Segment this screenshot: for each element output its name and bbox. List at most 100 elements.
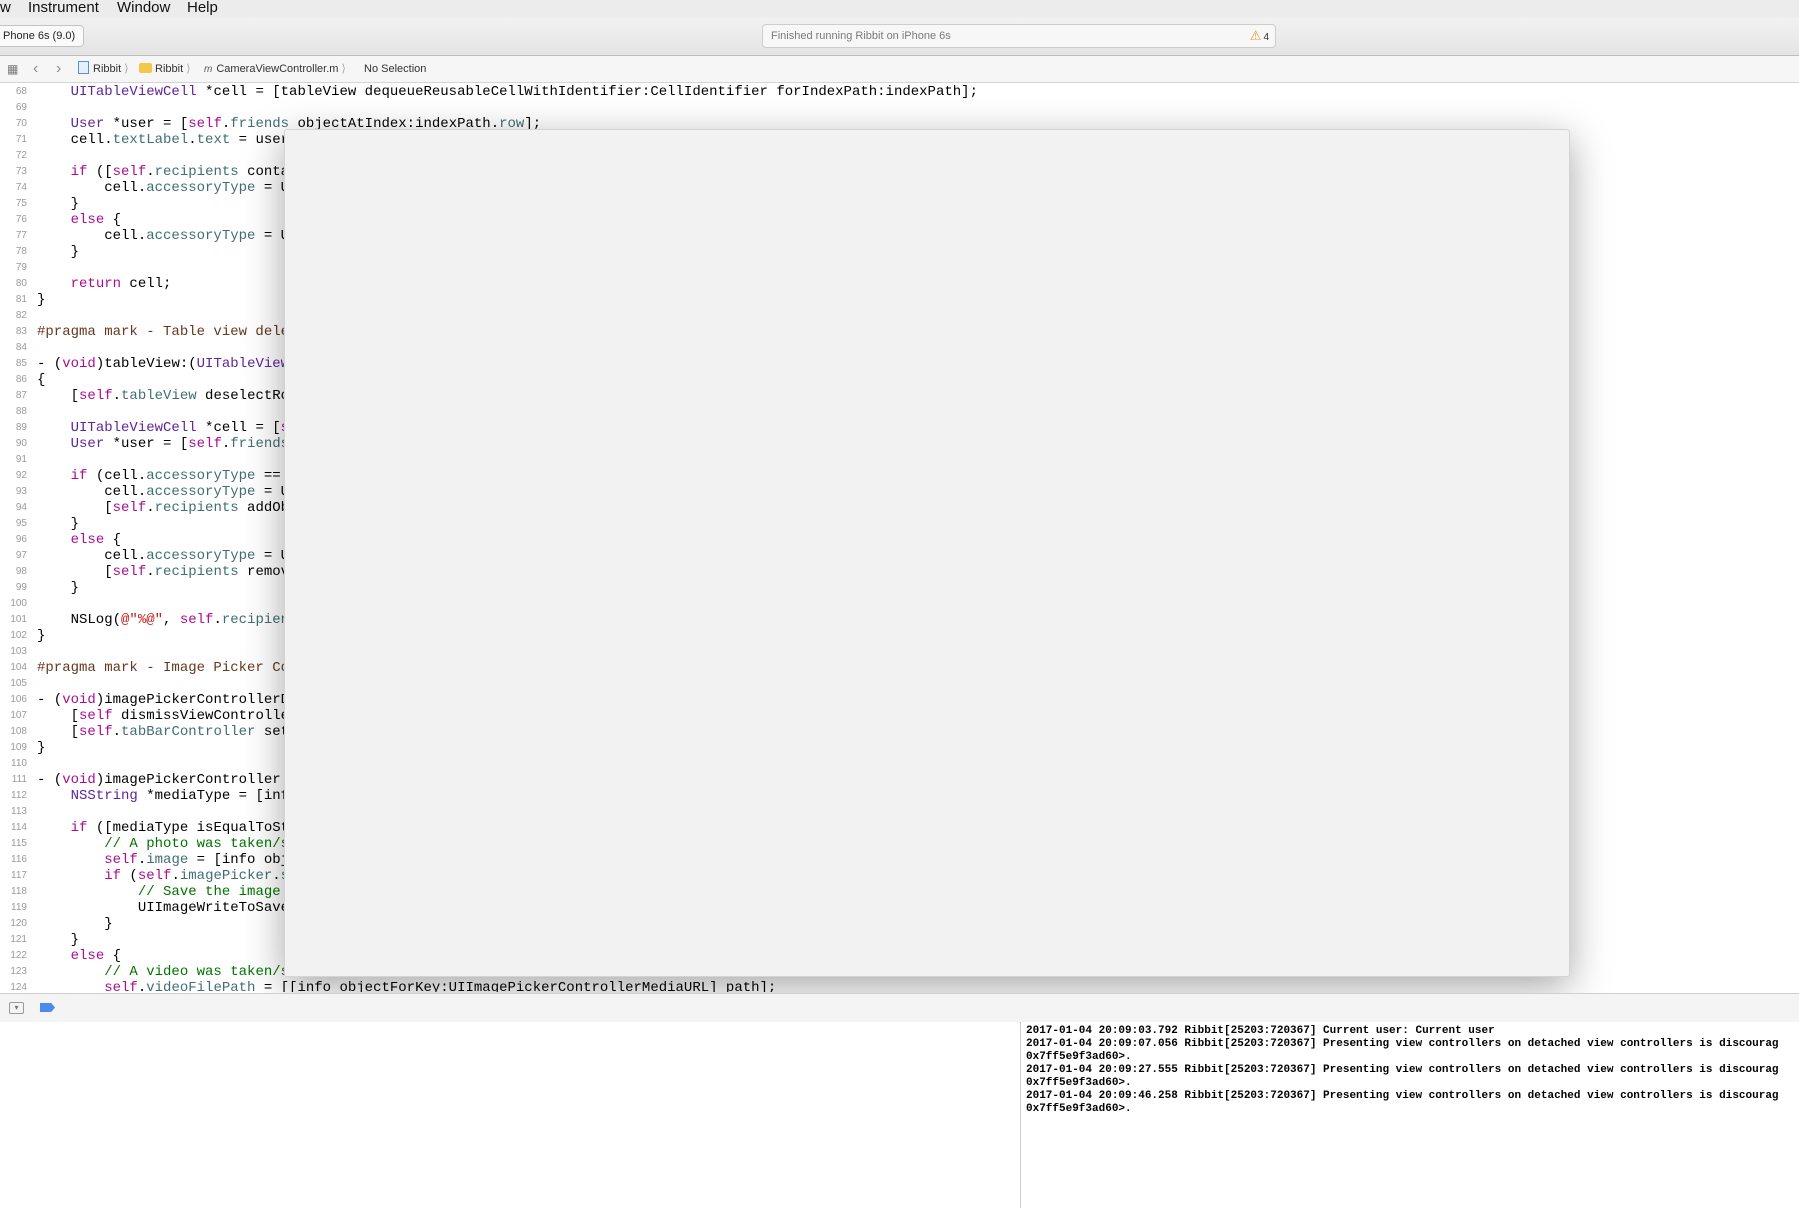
code-text: #pragma mark - Table view delegate xyxy=(37,324,323,340)
code-text: return cell; xyxy=(70,276,172,292)
hide-debug-area-icon[interactable]: ▾ xyxy=(9,1002,24,1014)
line-number: 113 xyxy=(11,806,27,817)
line-number: 105 xyxy=(10,678,27,689)
breadcrumb-separator: ⟩ xyxy=(186,63,191,75)
breadcrumb-separator: ⟩ xyxy=(124,63,129,75)
line-number: 87 xyxy=(15,390,27,401)
line-number: 70 xyxy=(15,118,27,129)
line-number: 104 xyxy=(10,662,27,673)
breadcrumb-file[interactable]: m CameraViewController.m ⟩ xyxy=(204,56,346,83)
line-number: 92 xyxy=(15,470,27,481)
line-number: 88 xyxy=(15,406,27,417)
console-line: 2017-01-04 20:09:03.792 Ribbit[25203:720… xyxy=(1026,1025,1495,1037)
line-number: 78 xyxy=(15,246,27,257)
code-text: else { xyxy=(70,532,122,548)
line-number: 94 xyxy=(15,502,27,513)
forward-arrow-icon[interactable]: › xyxy=(56,56,61,82)
code-text: // Save the image! xyxy=(137,884,290,900)
overlay-panel xyxy=(284,129,1570,977)
line-number: 85 xyxy=(15,358,27,369)
line-number: 82 xyxy=(15,310,27,321)
breadcrumb-project[interactable]: Ribbit ⟩ xyxy=(78,56,128,82)
warning-count: 4 xyxy=(1263,32,1269,43)
code-text: } xyxy=(37,292,46,308)
code-text: } xyxy=(37,196,80,212)
project-icon xyxy=(78,61,89,74)
line-number: 120 xyxy=(10,918,27,929)
line-number: 115 xyxy=(11,838,27,849)
line-number: 98 xyxy=(15,566,27,577)
line-number: 96 xyxy=(15,534,27,545)
menu-help[interactable]: Help xyxy=(187,0,218,15)
code-text: else { xyxy=(70,948,122,964)
line-number: 69 xyxy=(15,102,27,113)
line-number: 73 xyxy=(15,166,27,177)
breadcrumb-selection[interactable]: No Selection xyxy=(364,56,426,82)
line-number: 103 xyxy=(10,646,27,657)
jump-bar: ▦ ‹ › Ribbit ⟩ Ribbit ⟩ m CameraViewContr… xyxy=(0,56,1799,83)
menu-instrument[interactable]: Instrument xyxy=(28,0,99,15)
line-number: 123 xyxy=(10,966,27,977)
breadcrumb-group[interactable]: Ribbit ⟩ xyxy=(139,56,190,82)
line-number: 108 xyxy=(10,726,27,737)
line-number: 114 xyxy=(11,822,27,833)
line-number: 112 xyxy=(11,790,27,801)
warning-indicator[interactable]: ⚠ 4 xyxy=(1250,25,1269,49)
console-output[interactable]: 2017-01-04 20:09:03.792 Ribbit[25203:720… xyxy=(1020,1022,1799,1208)
code-text: UITableViewCell *cell = [tableView deque… xyxy=(70,84,978,100)
line-number: 79 xyxy=(15,262,27,273)
console-line: 2017-01-04 20:09:07.056 Ribbit[25203:720… xyxy=(1026,1038,1779,1050)
line-number: 81 xyxy=(15,294,27,305)
breadcrumb-project-label: Ribbit xyxy=(93,63,122,75)
code-text: NSLog(@"%@", self.recipients); xyxy=(37,612,323,628)
code-text: } xyxy=(37,740,46,756)
warning-icon: ⚠ xyxy=(1249,28,1262,43)
code-text: { xyxy=(37,372,46,388)
code-text: } xyxy=(37,932,80,948)
line-number: 75 xyxy=(15,198,27,209)
code-text: } xyxy=(37,244,80,260)
line-number: 93 xyxy=(15,486,27,497)
menu-bar: w Instrument Window Help xyxy=(0,0,1799,19)
code-text: self.videoFilePath = [[info objectForKey… xyxy=(104,980,777,992)
breakpoints-toggle-icon[interactable] xyxy=(40,1003,55,1012)
menu-window[interactable]: Window xyxy=(117,0,170,15)
line-number: 118 xyxy=(11,886,27,897)
code-text: } xyxy=(37,580,80,596)
line-number: 124 xyxy=(10,982,27,992)
line-number: 101 xyxy=(10,614,27,625)
line-number: 80 xyxy=(15,278,27,289)
breadcrumb-file-label: CameraViewController.m xyxy=(216,63,339,75)
line-number: 83 xyxy=(15,326,27,337)
line-number: 84 xyxy=(15,342,27,353)
code-text: else { xyxy=(70,212,122,228)
line-number: 111 xyxy=(11,774,27,785)
line-number: 119 xyxy=(11,902,27,913)
console-line: 2017-01-04 20:09:46.258 Ribbit[25203:720… xyxy=(1026,1090,1779,1102)
line-number: 86 xyxy=(15,374,27,385)
line-number: 109 xyxy=(10,742,27,753)
related-items-icon[interactable]: ▦ xyxy=(7,56,18,82)
line-number: 99 xyxy=(15,582,27,593)
line-number: 89 xyxy=(15,422,27,433)
back-arrow-icon[interactable]: ‹ xyxy=(33,56,38,82)
variables-view xyxy=(0,1022,1019,1205)
line-number: 106 xyxy=(10,694,27,705)
line-number: 95 xyxy=(15,518,27,529)
line-number: 74 xyxy=(15,182,27,193)
line-number: 68 xyxy=(15,86,27,97)
line-number: 72 xyxy=(15,150,27,161)
menu-view[interactable]: w xyxy=(0,0,11,15)
line-number: 116 xyxy=(11,854,27,865)
line-number: 90 xyxy=(15,438,27,449)
console-line: 0x7ff5e9f3ad60>. xyxy=(1026,1103,1132,1115)
code-text: } xyxy=(37,916,113,932)
debug-bar: ▾ xyxy=(0,993,1799,1023)
line-number: 102 xyxy=(10,630,27,641)
line-number: 121 xyxy=(10,934,27,945)
line-number: 107 xyxy=(10,710,27,721)
activity-status: Finished running Ribbit on iPhone 6s xyxy=(771,30,951,42)
line-number: 76 xyxy=(15,214,27,225)
scheme-device-selector[interactable]: Phone 6s (9.0) xyxy=(0,25,85,47)
line-number: 77 xyxy=(15,230,27,241)
